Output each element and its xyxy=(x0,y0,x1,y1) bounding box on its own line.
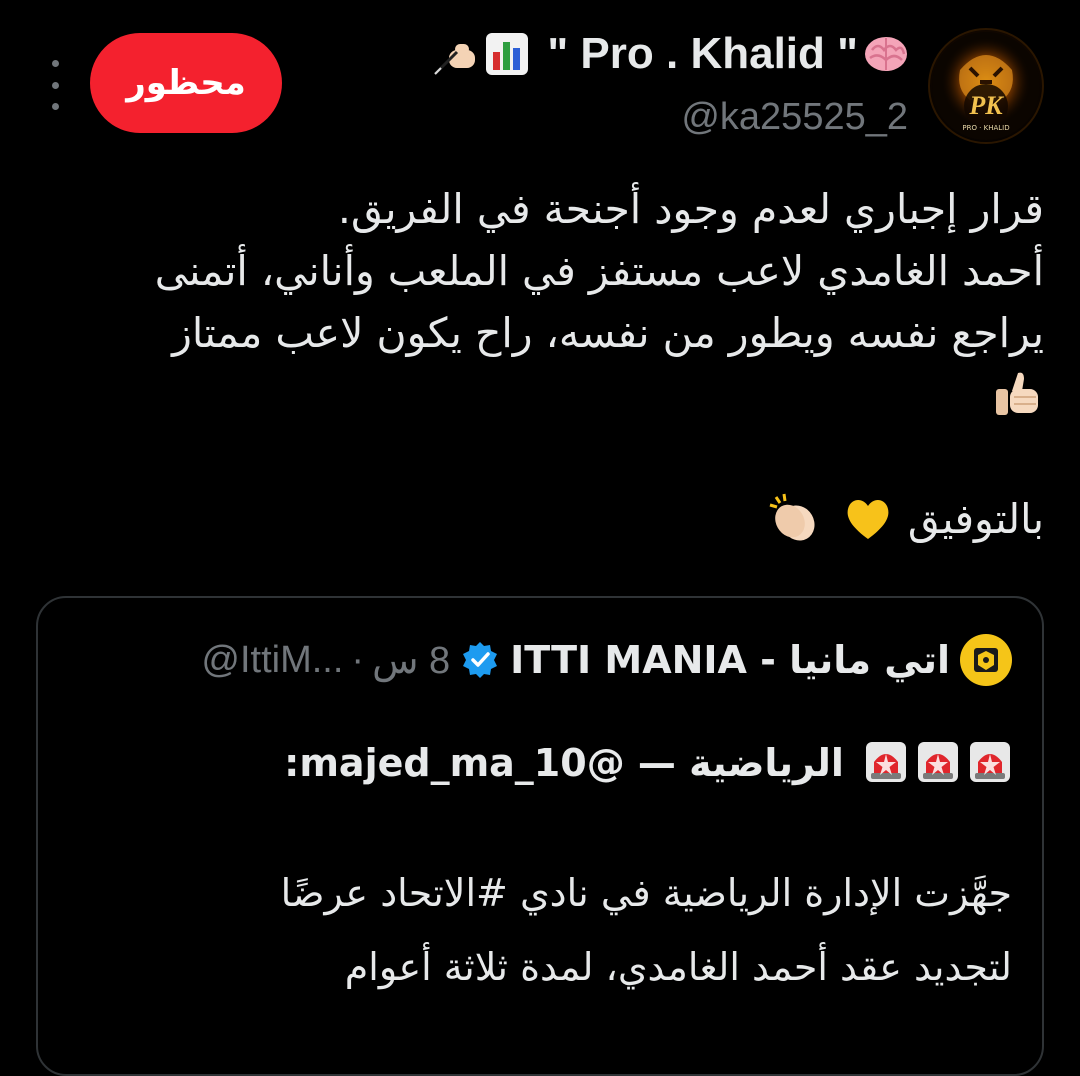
thumbs-up-icon xyxy=(990,367,1044,421)
dot xyxy=(51,81,59,89)
brain-icon xyxy=(862,30,910,78)
avatar-logo-subtext: PRO · KHALID xyxy=(962,124,1009,132)
tweet-line-emoji xyxy=(44,364,1044,426)
quoted-meta: @IttiM... · 8 س xyxy=(201,638,450,683)
quoted-header-line: الرياضية — @majed_ma_10: xyxy=(72,726,1012,800)
quoted-author-avatar[interactable] xyxy=(960,634,1012,686)
dot xyxy=(51,60,59,67)
author-name-text: " Pro . Khalid " xyxy=(535,29,858,78)
siren-icon xyxy=(916,734,960,782)
siren-icon xyxy=(968,734,1012,782)
clapping-hands-icon xyxy=(768,491,822,545)
writing-hand-icon xyxy=(431,30,479,78)
quoted-tweet-header: اتي مانيا - ITTI MANIA @IttiM... · 8 س xyxy=(201,632,1012,688)
quoted-body-line: لتجديد عقد أحمد الغامدي، لمدة ثلاثة أعوا… xyxy=(344,945,1012,989)
tweet-line: قرار إجباري لعدم وجود أجنحة في الفريق. xyxy=(337,185,1044,233)
tweet-line: أحمد الغامدي لاعب مستفز في الملعب وأناني… xyxy=(154,247,1044,295)
tweet-line: يراجع نفسه ويطور من نفسه، راح يكون لاعب … xyxy=(172,309,1044,357)
quoted-handle[interactable]: @IttiM... xyxy=(201,639,343,682)
yellow-heart-icon xyxy=(841,491,895,545)
more-vertical-icon[interactable] xyxy=(40,60,70,110)
tweet-closing-line: بالتوفيق xyxy=(44,488,1044,550)
quoted-time[interactable]: 8 س xyxy=(372,638,450,683)
dot xyxy=(51,103,59,110)
meta-separator: · xyxy=(351,638,365,681)
tweet-text: قرار إجباري لعدم وجود أجنحة في الفريق. أ… xyxy=(44,178,1044,550)
author-avatar[interactable]: PK PRO · KHALID xyxy=(928,28,1044,144)
blocked-button[interactable]: محظور xyxy=(90,33,282,133)
quoted-author-name[interactable]: اتي مانيا - ITTI MANIA xyxy=(510,638,950,682)
siren-icon xyxy=(864,734,908,782)
quoted-tweet-card[interactable]: اتي مانيا - ITTI MANIA @IttiM... · 8 س ا… xyxy=(36,596,1044,1076)
avatar-logo-text: PK xyxy=(968,91,1004,120)
bar-chart-icon xyxy=(483,30,531,78)
author-display-name[interactable]: " Pro . Khalid " xyxy=(431,24,910,84)
tweet-spacer xyxy=(44,426,1044,488)
author-handle[interactable]: @ka25525_2 xyxy=(681,96,908,139)
tweet-closing-text: بالتوفيق xyxy=(907,495,1044,543)
quoted-spacer xyxy=(72,800,1012,856)
quoted-source-mention[interactable]: الرياضية — @majed_ma_10: xyxy=(284,741,844,785)
verified-badge-icon xyxy=(460,640,500,680)
quoted-body-line: جهَّزت الإدارة الرياضية في نادي #الاتحاد… xyxy=(280,871,1012,915)
quoted-tweet-text: الرياضية — @majed_ma_10: جهَّزت الإدارة … xyxy=(72,726,1012,1004)
